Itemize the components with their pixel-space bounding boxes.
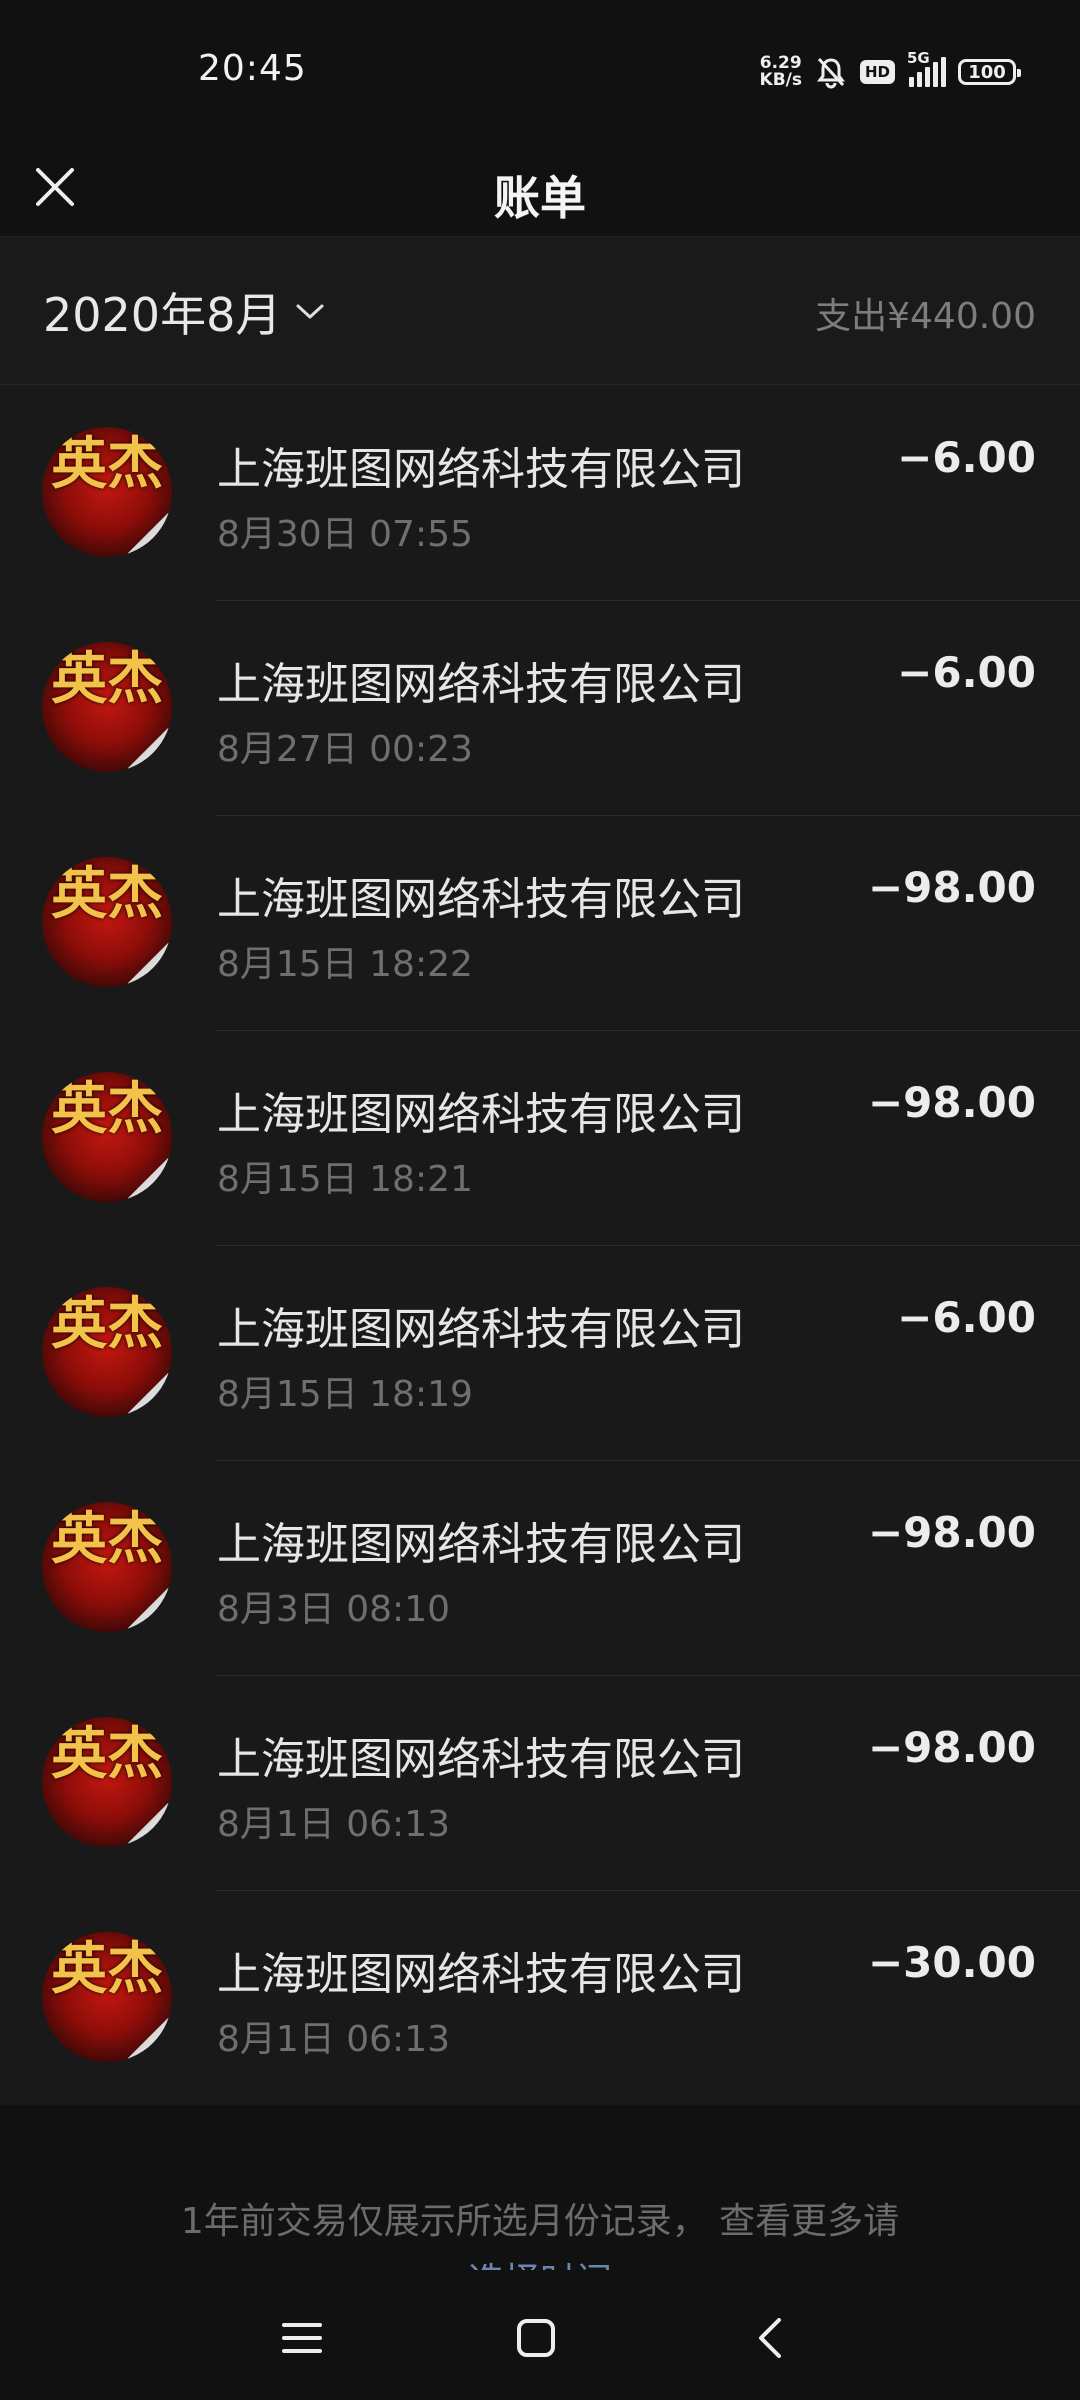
bell-muted-icon xyxy=(814,55,848,89)
merchant-name: 上海班图网络科技有限公司 xyxy=(217,1734,745,1785)
history-note-text: 1年前交易仅展示所选月份记录， 查看更多请 xyxy=(180,2201,900,2242)
merchant-avatar: 英杰 xyxy=(42,427,172,557)
month-picker[interactable]: 2020年8月 xyxy=(43,279,325,345)
avatar-page-curl xyxy=(128,2018,172,2062)
signal-bar xyxy=(909,77,914,87)
back-icon xyxy=(759,2318,781,2358)
transaction-amount: −98.00 xyxy=(867,1723,1036,1772)
status-icons: 6.29 KB/s HD 5G 100 xyxy=(760,49,1021,92)
avatar-page-curl xyxy=(128,513,172,557)
history-note: 1年前交易仅展示所选月份记录， 查看更多请 选择时间 xyxy=(0,2192,1080,2276)
avatar-logo-text: 英杰 xyxy=(51,646,163,712)
battery-icon: 100 xyxy=(958,59,1021,85)
network-speed-unit: KB/s xyxy=(759,70,802,90)
page-title: 账单 xyxy=(494,171,586,225)
merchant-avatar: 英杰 xyxy=(42,857,172,987)
menu-icon xyxy=(282,2323,322,2353)
merchant-name: 上海班图网络科技有限公司 xyxy=(217,1089,745,1140)
avatar-page-curl xyxy=(128,728,172,772)
transaction-row[interactable]: 英杰 上海班图网络科技有限公司 8月1日 06:13 −98.00 xyxy=(0,1675,1080,1890)
transaction-amount: −98.00 xyxy=(867,1508,1036,1557)
transaction-amount: −6.00 xyxy=(897,433,1036,482)
transaction-amount: −30.00 xyxy=(867,1938,1036,1987)
transaction-row[interactable]: 英杰 上海班图网络科技有限公司 8月3日 08:10 −98.00 xyxy=(0,1460,1080,1675)
transaction-row[interactable]: 英杰 上海班图网络科技有限公司 8月27日 00:23 −6.00 xyxy=(0,600,1080,815)
merchant-name: 上海班图网络科技有限公司 xyxy=(217,444,745,495)
avatar-logo-text: 英杰 xyxy=(51,861,163,927)
back-button[interactable] xyxy=(730,2298,810,2378)
transaction-amount: −98.00 xyxy=(867,863,1036,912)
transaction-amount: −98.00 xyxy=(867,1078,1036,1127)
signal-bar xyxy=(925,67,930,87)
avatar-logo-text: 英杰 xyxy=(51,1506,163,1572)
avatar-page-curl xyxy=(128,1803,172,1847)
merchant-avatar: 英杰 xyxy=(42,1932,172,2062)
transaction-list: 英杰 上海班图网络科技有限公司 8月30日 07:55 −6.00 英杰 上海班… xyxy=(0,384,1080,2105)
battery-level: 100 xyxy=(968,61,1006,83)
merchant-avatar: 英杰 xyxy=(42,1717,172,1847)
transaction-datetime: 8月27日 00:23 xyxy=(217,729,473,770)
merchant-name: 上海班图网络科技有限公司 xyxy=(217,1949,745,2000)
chevron-down-icon xyxy=(296,304,324,319)
month-label: 2020年8月 xyxy=(43,288,282,342)
avatar-logo-text: 英杰 xyxy=(51,1076,163,1142)
title-bar: 账单 xyxy=(0,150,1080,236)
transaction-datetime: 8月15日 18:19 xyxy=(217,1374,473,1415)
avatar-logo-text: 英杰 xyxy=(51,1721,163,1787)
system-nav-bar xyxy=(0,2270,1080,2400)
transaction-amount: −6.00 xyxy=(897,1293,1036,1342)
status-bar: 20:45 6.29 KB/s HD 5G 100 xyxy=(0,0,1080,150)
avatar-page-curl xyxy=(128,943,172,987)
month-bar: 2020年8月 支出¥440.00 xyxy=(0,236,1080,385)
merchant-avatar: 英杰 xyxy=(42,1072,172,1202)
merchant-name: 上海班图网络科技有限公司 xyxy=(217,659,745,710)
menu-button[interactable] xyxy=(262,2298,342,2378)
home-icon xyxy=(517,2319,555,2357)
transaction-row[interactable]: 英杰 上海班图网络科技有限公司 8月30日 07:55 −6.00 xyxy=(0,385,1080,600)
transaction-datetime: 8月3日 08:10 xyxy=(217,1589,450,1630)
merchant-avatar: 英杰 xyxy=(42,1287,172,1417)
avatar-logo-text: 英杰 xyxy=(51,1936,163,2002)
status-time: 20:45 xyxy=(198,48,307,89)
transaction-row[interactable]: 英杰 上海班图网络科技有限公司 8月15日 18:21 −98.00 xyxy=(0,1030,1080,1245)
transaction-row[interactable]: 英杰 上海班图网络科技有限公司 8月1日 06:13 −30.00 xyxy=(0,1890,1080,2105)
merchant-name: 上海班图网络科技有限公司 xyxy=(217,874,745,925)
network-speed: 6.29 KB/s xyxy=(760,55,802,89)
home-button[interactable] xyxy=(496,2298,576,2378)
transaction-datetime: 8月1日 06:13 xyxy=(217,1804,450,1845)
avatar-logo-text: 英杰 xyxy=(51,1291,163,1357)
avatar-page-curl xyxy=(128,1588,172,1632)
transaction-datetime: 8月15日 18:22 xyxy=(217,944,473,985)
merchant-name: 上海班图网络科技有限公司 xyxy=(217,1519,745,1570)
transaction-datetime: 8月15日 18:21 xyxy=(217,1159,473,1200)
network-type: 5G xyxy=(907,49,930,67)
avatar-page-curl xyxy=(128,1373,172,1417)
signal-bar xyxy=(933,62,938,87)
transaction-amount: −6.00 xyxy=(897,648,1036,697)
merchant-name: 上海班图网络科技有限公司 xyxy=(217,1304,745,1355)
signal-bar xyxy=(941,57,946,87)
signal-bar xyxy=(917,72,922,87)
hd-voice-icon: HD xyxy=(859,60,895,84)
total-expense: 支出¥440.00 xyxy=(815,296,1036,337)
avatar-logo-text: 英杰 xyxy=(51,431,163,497)
transaction-row[interactable]: 英杰 上海班图网络科技有限公司 8月15日 18:22 −98.00 xyxy=(0,815,1080,1030)
transaction-datetime: 8月30日 07:55 xyxy=(217,514,473,555)
merchant-avatar: 英杰 xyxy=(42,642,172,772)
avatar-page-curl xyxy=(128,1158,172,1202)
signal-icon: 5G xyxy=(907,49,946,87)
transaction-datetime: 8月1日 06:13 xyxy=(217,2019,450,2060)
merchant-avatar: 英杰 xyxy=(42,1502,172,1632)
transaction-row[interactable]: 英杰 上海班图网络科技有限公司 8月15日 18:19 −6.00 xyxy=(0,1245,1080,1460)
